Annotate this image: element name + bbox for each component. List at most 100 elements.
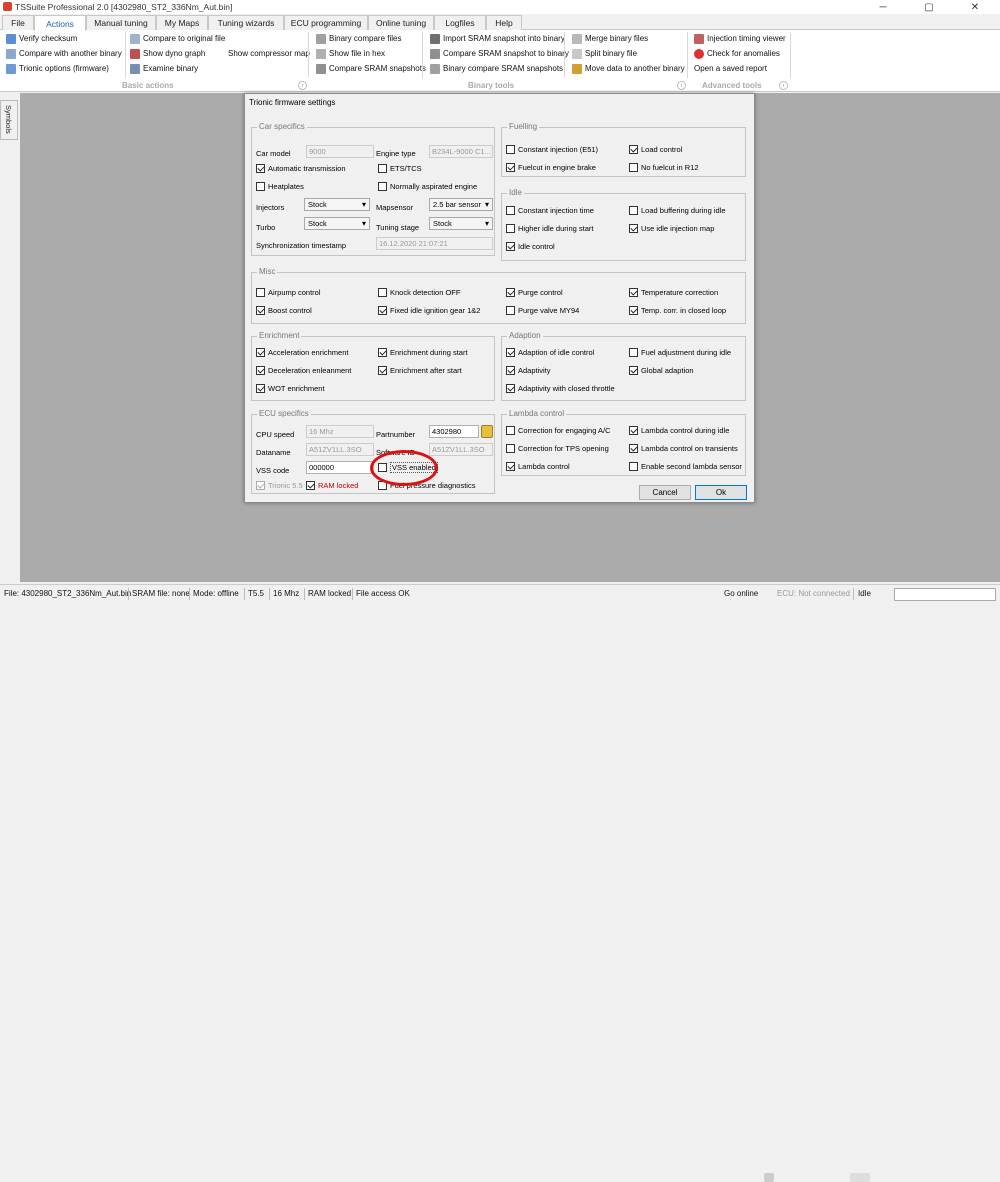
expand-icon[interactable]: › xyxy=(779,81,788,90)
temp-corr-closed-loop-checkbox[interactable]: Temp. corr. in closed loop xyxy=(629,305,726,316)
wot-enrichment-checkbox[interactable]: WOT enrichment xyxy=(256,383,325,394)
fuel-adjustment-idle-checkbox[interactable]: Fuel adjustment during idle xyxy=(629,347,731,358)
injectors-label: Injectors xyxy=(256,203,285,212)
adaption-group: Adaption Adaption of idle control Fuel a… xyxy=(501,331,746,401)
sync-timestamp-field[interactable]: 16.12.2020 21:07:21 xyxy=(376,237,493,250)
trionic-options-button[interactable]: Trionic options (firmware) xyxy=(6,62,109,75)
graph-icon xyxy=(130,48,140,59)
lambda-transients-checkbox[interactable]: Lambda control on transients xyxy=(629,443,738,454)
adaptivity-closed-throttle-checkbox[interactable]: Adaptivity with closed throttle xyxy=(506,383,615,394)
trionic55-checkbox[interactable]: Trionic 5.5 xyxy=(256,480,303,491)
partnumber-label: Partnumber xyxy=(376,430,416,439)
load-buffering-checkbox[interactable]: Load buffering during idle xyxy=(629,205,726,216)
status-trionic: T5.5 xyxy=(248,589,265,598)
constant-injection-e51-checkbox[interactable]: Constant injection (E51) xyxy=(506,144,598,155)
compressor-map-button[interactable]: Show compressor map xyxy=(228,47,310,60)
correction-ac-checkbox[interactable]: Correction for engaging A/C xyxy=(506,425,611,436)
ribbon-separator xyxy=(308,32,309,78)
load-control-checkbox[interactable]: Load control xyxy=(629,144,682,155)
acceleration-enrichment-checkbox[interactable]: Acceleration enrichment xyxy=(256,347,348,358)
tab-logfiles[interactable]: Logfiles xyxy=(434,15,486,30)
tab-ecu-programming[interactable]: ECU programming xyxy=(284,15,368,30)
show-hex-button[interactable]: Show file in hex xyxy=(316,47,385,60)
open-report-button[interactable]: Open a saved report xyxy=(694,62,767,75)
tab-online-tuning[interactable]: Online tuning xyxy=(368,15,434,30)
close-window-button[interactable]: ✕ xyxy=(952,0,998,14)
ram-locked-checkbox[interactable]: RAM locked xyxy=(306,480,358,491)
sync-timestamp-label: Synchronization timestamp xyxy=(256,241,347,250)
split-binary-button[interactable]: Split binary file xyxy=(572,47,637,60)
global-adaption-checkbox[interactable]: Global adaption xyxy=(629,365,694,376)
adaption-idle-control-checkbox[interactable]: Adaption of idle control xyxy=(506,347,594,358)
constant-injection-time-checkbox[interactable]: Constant injection time xyxy=(506,205,594,216)
enrichment-after-start-checkbox[interactable]: Enrichment after start xyxy=(378,365,462,376)
second-lambda-sensor-checkbox[interactable]: Enable second lambda sensor xyxy=(629,461,742,472)
cpu-speed-field[interactable]: 16 Mhz xyxy=(306,425,374,438)
vss-code-field[interactable]: 000000 xyxy=(306,461,374,474)
engine-type-field[interactable]: B234L-9000 C1... xyxy=(429,145,493,158)
compare-sram-button[interactable]: Compare SRAM snapshots xyxy=(316,62,426,75)
software-id-field[interactable]: A51ZV1LL.3SO xyxy=(429,443,493,456)
maximize-button[interactable]: ▢ xyxy=(906,0,952,14)
deceleration-enleanment-checkbox[interactable]: Deceleration enleanment xyxy=(256,365,351,376)
injectors-dropdown[interactable]: Stock xyxy=(304,198,370,211)
no-fuelcut-r12-checkbox[interactable]: No fuelcut in R12 xyxy=(629,162,699,173)
lambda-idle-checkbox[interactable]: Lambda control during idle xyxy=(629,425,729,436)
automatic-transmission-checkbox[interactable]: Automatic transmission xyxy=(256,163,346,174)
group-label-binary: Binary tools xyxy=(468,81,515,90)
ok-button[interactable]: Ok xyxy=(695,485,747,500)
heatplates-checkbox[interactable]: Heatplates xyxy=(256,181,304,192)
knock-detection-checkbox[interactable]: Knock detection OFF xyxy=(378,287,460,298)
tab-help[interactable]: Help xyxy=(486,15,522,30)
tuning-stage-dropdown[interactable]: Stock xyxy=(429,217,493,230)
ets-checkbox[interactable]: ETS/TCS xyxy=(378,163,422,174)
tab-manual-tuning[interactable]: Manual tuning xyxy=(86,15,156,30)
lambda-control-checkbox[interactable]: Lambda control xyxy=(506,461,570,472)
tab-file[interactable]: File xyxy=(2,15,34,30)
turbo-dropdown[interactable]: Stock xyxy=(304,217,370,230)
window-title: TSSuite Professional 2.0 [4302980_ST2_33… xyxy=(15,2,233,12)
purge-control-checkbox[interactable]: Purge control xyxy=(506,287,563,298)
partnumber-field[interactable]: 4302980 xyxy=(429,425,479,438)
symbols-panel-tab[interactable]: Symbols xyxy=(0,100,18,140)
injection-timing-button[interactable]: Injection timing viewer xyxy=(694,32,786,45)
idle-control-checkbox[interactable]: Idle control xyxy=(506,241,555,252)
mapsensor-dropdown[interactable]: 2.5 bar sensor xyxy=(429,198,493,211)
idle-injection-map-checkbox[interactable]: Use idle injection map xyxy=(629,223,714,234)
purge-valve-checkbox[interactable]: Purge valve MY94 xyxy=(506,305,579,316)
fixed-idle-ignition-checkbox[interactable]: Fixed idle ignition gear 1&2 xyxy=(378,305,480,316)
fuelling-group: Fuelling Constant injection (E51) Load c… xyxy=(501,122,746,177)
boost-control-checkbox[interactable]: Boost control xyxy=(256,305,312,316)
dyno-graph-button[interactable]: Show dyno graph xyxy=(130,47,205,60)
expand-icon[interactable]: › xyxy=(677,81,686,90)
verify-checksum-button[interactable]: Verify checksum xyxy=(6,32,77,45)
expand-icon[interactable]: › xyxy=(298,81,307,90)
tab-actions[interactable]: Actions xyxy=(34,15,86,31)
na-engine-checkbox[interactable]: Normally aspirated engine xyxy=(378,181,477,192)
binary-compare-files-button[interactable]: Binary compare files xyxy=(316,32,401,45)
search-icon[interactable] xyxy=(481,425,493,438)
compare-sram-binary-button[interactable]: Compare SRAM snapshot to binary xyxy=(430,47,569,60)
binary-compare-sram-button[interactable]: Binary compare SRAM snapshots xyxy=(430,62,563,75)
tab-my-maps[interactable]: My Maps xyxy=(156,15,208,30)
enrichment-start-checkbox[interactable]: Enrichment during start xyxy=(378,347,468,358)
airpump-checkbox[interactable]: Airpump control xyxy=(256,287,321,298)
tab-tuning-wizards[interactable]: Tuning wizards xyxy=(208,15,284,30)
dataname-field[interactable]: A51ZV1LL.3SO xyxy=(306,443,374,456)
fuelcut-engine-brake-checkbox[interactable]: Fuelcut in engine brake xyxy=(506,162,596,173)
compare-original-button[interactable]: Compare to original file xyxy=(130,32,225,45)
check-anomalies-button[interactable]: Check for anomalies xyxy=(694,47,780,60)
correction-tps-checkbox[interactable]: Correction for TPS opening xyxy=(506,443,609,454)
go-online-button[interactable]: Go online xyxy=(724,589,758,598)
merge-binary-button[interactable]: Merge binary files xyxy=(572,32,648,45)
adaptivity-checkbox[interactable]: Adaptivity xyxy=(506,365,551,376)
temperature-correction-checkbox[interactable]: Temperature correction xyxy=(629,287,718,298)
higher-idle-checkbox[interactable]: Higher idle during start xyxy=(506,223,593,234)
car-model-field[interactable]: 9000 xyxy=(306,145,374,158)
minimize-button[interactable]: ─ xyxy=(860,0,906,14)
move-data-button[interactable]: Move data to another binary xyxy=(572,62,685,75)
cancel-button[interactable]: Cancel xyxy=(639,485,691,500)
import-sram-button[interactable]: Import SRAM snapshot into binary xyxy=(430,32,565,45)
examine-binary-button[interactable]: Examine binary xyxy=(130,62,198,75)
compare-binary-button[interactable]: Compare with another binary xyxy=(6,47,122,60)
